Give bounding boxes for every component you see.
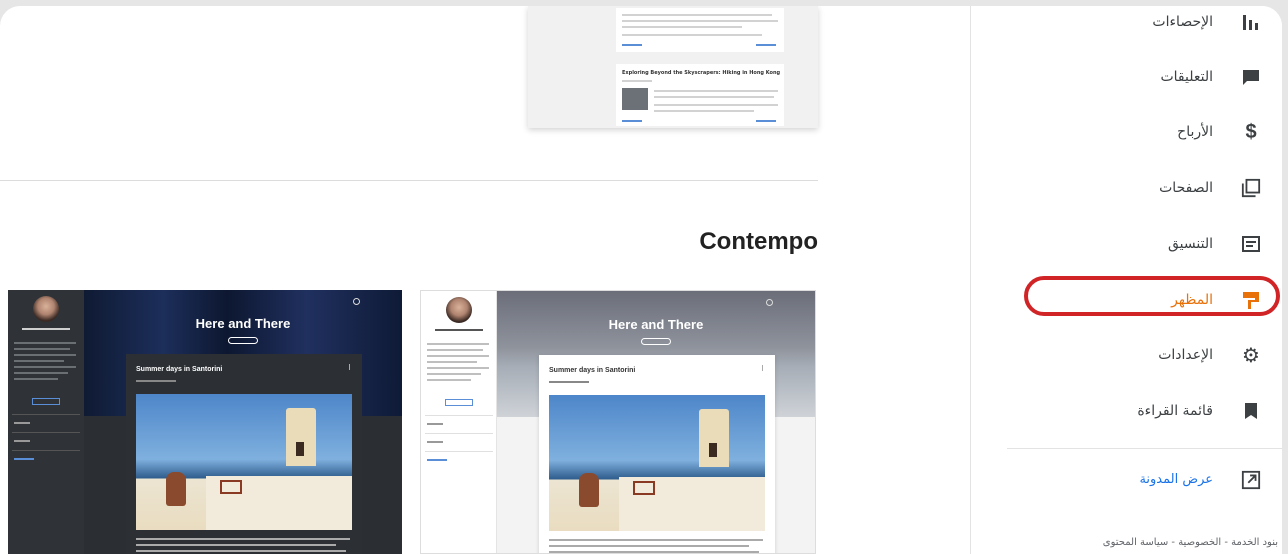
sidebar-item-comments[interactable]: التعليقات bbox=[971, 57, 1282, 97]
sidebar-item-label: الإعدادات bbox=[1158, 347, 1213, 363]
preview-post-card: Exploring Beyond the Skyscrapers: Hiking… bbox=[616, 64, 784, 126]
post-image bbox=[136, 394, 352, 530]
post-image bbox=[549, 395, 765, 531]
view-blog-link[interactable]: عرض المدونة bbox=[971, 460, 1282, 500]
layout-icon bbox=[1241, 234, 1261, 254]
sidebar-item-pages[interactable]: الصفحات bbox=[971, 168, 1282, 208]
avatar bbox=[33, 296, 59, 322]
avatar bbox=[446, 297, 472, 323]
sidebar-item-settings[interactable]: ⚙ الإعدادات bbox=[971, 335, 1282, 375]
sidebar-item-layout[interactable]: التنسيق bbox=[971, 224, 1282, 264]
pages-icon bbox=[1241, 178, 1261, 198]
hero-title: Here and There bbox=[195, 316, 291, 331]
gear-icon: ⚙ bbox=[1242, 343, 1260, 367]
view-blog-label: عرض المدونة bbox=[1139, 472, 1213, 487]
nav-divider bbox=[1007, 448, 1282, 449]
main-content: Exploring Beyond the Skyscrapers: Hiking… bbox=[0, 6, 970, 554]
sidebar-item-label: الأرباح bbox=[1177, 124, 1213, 140]
highlight-annotation bbox=[1024, 276, 1280, 316]
theme-preview-light[interactable]: Here and There Summer days in Santorini bbox=[420, 290, 816, 554]
theme-section-title: Contempo bbox=[699, 228, 818, 255]
sidebar-item-label: الصفحات bbox=[1159, 180, 1213, 196]
share-icon bbox=[762, 365, 767, 371]
sidebar-item-reading-list[interactable]: قائمة القراءة bbox=[971, 391, 1282, 431]
external-link-icon bbox=[1241, 470, 1261, 490]
theme-preview-top[interactable]: Exploring Beyond the Skyscrapers: Hiking… bbox=[528, 6, 818, 128]
share-icon bbox=[349, 364, 354, 370]
theme-post-card: Summer days in Santorini bbox=[539, 355, 775, 553]
preview-post-card bbox=[616, 8, 784, 52]
hero-subscribe-pill bbox=[228, 337, 258, 344]
sidebar-item-label: قائمة القراءة bbox=[1137, 403, 1213, 419]
sidebar-item-earnings[interactable]: $ الأرباح bbox=[971, 112, 1282, 152]
hero-subscribe-pill bbox=[641, 338, 671, 345]
theme-post-card: Summer days in Santorini bbox=[126, 354, 362, 554]
preview-post-title: Exploring Beyond the Skyscrapers: Hiking… bbox=[622, 70, 781, 76]
theme-sidebar bbox=[421, 291, 497, 553]
bookmark-icon bbox=[1241, 401, 1261, 421]
stats-icon bbox=[1241, 12, 1261, 32]
sidebar-item-stats[interactable]: الإحصاءات bbox=[971, 6, 1282, 42]
footer-links[interactable]: بنود الخدمة - الخصوصية - سياسة المحتوى bbox=[1103, 537, 1278, 548]
sidebar-item-label: التنسيق bbox=[1168, 236, 1213, 252]
subscribe-button bbox=[32, 398, 60, 405]
dollar-icon: $ bbox=[1245, 120, 1257, 143]
preview-thumbnail bbox=[622, 88, 648, 110]
theme-preview-dark[interactable]: Here and There Summer days in Santorini bbox=[8, 290, 402, 554]
post-title: Summer days in Santorini bbox=[136, 366, 223, 373]
hero-title: Here and There bbox=[608, 317, 704, 332]
comment-icon bbox=[1241, 67, 1261, 87]
sidebar-item-label: التعليقات bbox=[1160, 69, 1213, 85]
search-icon bbox=[353, 298, 360, 305]
search-icon bbox=[766, 299, 773, 306]
subscribe-button bbox=[445, 399, 473, 406]
post-title: Summer days in Santorini bbox=[549, 367, 636, 374]
sidebar-item-label: الإحصاءات bbox=[1152, 14, 1213, 30]
theme-sidebar bbox=[8, 290, 84, 554]
section-divider bbox=[0, 180, 818, 181]
